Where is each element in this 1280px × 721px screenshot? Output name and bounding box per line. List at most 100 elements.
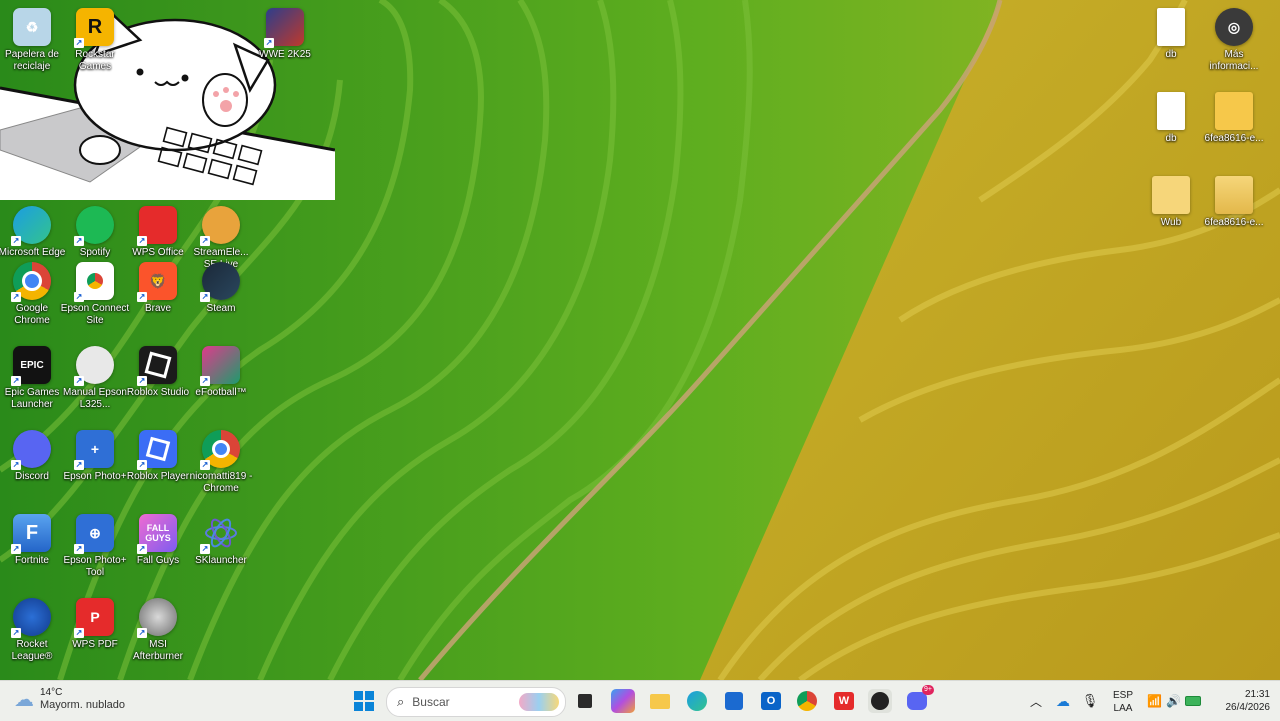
- cloud-sun-icon: ☁: [14, 689, 34, 711]
- icon-label: MSI Afterburner: [132, 639, 184, 662]
- epson-photo-tool-icon: ⊕ ↗: [74, 514, 114, 554]
- wps-pdf-shortcut[interactable]: P ↗ WPS PDF: [63, 592, 127, 674]
- wps-icon: W: [834, 692, 854, 710]
- rockstar-games-shortcut[interactable]: R ↗ Rockstar Games: [63, 2, 127, 84]
- edge-icon: ↗: [11, 206, 51, 246]
- rocket-league-icon: ↗: [11, 598, 51, 638]
- epic-glyph-text: EPIC: [20, 359, 44, 371]
- icon-label: Discord: [15, 471, 49, 482]
- icon-label: WPS PDF: [72, 639, 118, 650]
- microphone-tray-button[interactable]: 🎙: [1080, 689, 1100, 713]
- chrome-taskbar-button[interactable]: [795, 689, 819, 713]
- manual-epson-shortcut[interactable]: ↗ Manual Epson L325...: [63, 340, 127, 422]
- icon-label: Epic Games Launcher: [4, 387, 60, 410]
- roblox-player-shortcut[interactable]: ↗ Roblox Player: [126, 424, 190, 506]
- icon-label: Papelera de reciclaje: [5, 49, 59, 72]
- outlook-button[interactable]: O: [759, 689, 783, 713]
- microsoft-store-button[interactable]: [722, 689, 746, 713]
- weather-temperature: 14°C: [40, 687, 63, 698]
- efootball-shortcut[interactable]: ↗ eFootball™: [189, 340, 253, 422]
- icon-label: db: [1165, 133, 1177, 144]
- edge-taskbar-button[interactable]: [685, 689, 709, 713]
- windows-logo-icon: [354, 691, 374, 711]
- db-file-2[interactable]: db: [1139, 86, 1203, 168]
- fall-guys-shortcut[interactable]: FALL GUYS ↗ Fall Guys: [126, 508, 190, 590]
- fall-guys-glyph-text: FALL GUYS: [145, 523, 171, 543]
- show-hidden-icons-button[interactable]: ︿: [1026, 689, 1046, 713]
- epson-photo-icon: + ↗: [74, 430, 114, 470]
- wwe-2k25-shortcut[interactable]: ↗ WWE 2K25: [253, 2, 317, 84]
- microphone-icon: 🎙: [1081, 693, 1099, 708]
- google-chrome-shortcut[interactable]: ↗ Google Chrome: [0, 256, 64, 338]
- wps-taskbar-button[interactable]: W: [832, 689, 856, 713]
- epson-connect-site-shortcut[interactable]: ↗ Epson Connect Site: [61, 256, 129, 338]
- fortnite-shortcut[interactable]: F ↗ Fortnite: [0, 508, 64, 590]
- icon-label: Epson Photo+: [63, 471, 127, 482]
- search-input[interactable]: [410, 694, 515, 710]
- roblox-player-icon: ↗: [137, 430, 177, 470]
- icon-label: Fortnite: [15, 555, 49, 566]
- weather-widget[interactable]: ☁ 14°C Mayorm. nublado: [14, 687, 125, 712]
- blank-file-icon: [1157, 8, 1185, 46]
- rocket-league-shortcut[interactable]: ↗ Rocket League®: [0, 592, 64, 674]
- volume-icon: 🔊: [1166, 694, 1181, 708]
- icon-label: Google Chrome: [14, 303, 50, 326]
- onedrive-tray-button[interactable]: ☁: [1053, 689, 1073, 713]
- folder-icon: [1215, 92, 1253, 130]
- brave-shortcut[interactable]: 🦁 ↗ Brave: [126, 256, 190, 338]
- icon-label: Más informaci...: [1209, 49, 1259, 72]
- chrome-profile-shortcut[interactable]: ↗ nicomatti819 - Chrome: [189, 424, 253, 506]
- fall-guys-icon: FALL GUYS ↗: [137, 514, 177, 554]
- msi-afterburner-shortcut[interactable]: ↗ MSI Afterburner: [126, 592, 190, 674]
- icon-label: eFootball™: [195, 387, 247, 398]
- db-file-1[interactable]: db: [1139, 2, 1203, 84]
- icon-label: Roblox Player: [126, 471, 190, 482]
- icon-label: WWE 2K25: [259, 49, 311, 60]
- copilot-button[interactable]: [611, 689, 635, 713]
- wub-folder[interactable]: Wub: [1139, 170, 1203, 252]
- epic-games-shortcut[interactable]: EPIC ↗ Epic Games Launcher: [0, 340, 64, 422]
- steam-shortcut[interactable]: ↗ Steam: [189, 256, 253, 338]
- search-icon: ⌕: [397, 694, 405, 709]
- zip-6fea8616[interactable]: 6fea8616-e...: [1202, 170, 1266, 252]
- brave-lion-icon: 🦁 ↗: [137, 262, 177, 302]
- mas-informacion-shortcut[interactable]: ◎ Más informaci...: [1202, 2, 1266, 84]
- discord-shortcut[interactable]: ↗ Discord: [0, 424, 64, 506]
- chrome-icon: ↗: [11, 262, 51, 302]
- streamelements-icon: ↗: [200, 206, 240, 246]
- folder-icon: [1152, 176, 1190, 214]
- bongo-cat-taskbar-button[interactable]: [868, 689, 892, 713]
- outlook-icon: O: [761, 692, 781, 710]
- chevron-up-icon: ︿: [1029, 694, 1042, 709]
- icon-label: Brave: [144, 303, 172, 314]
- epson-photo-shortcut[interactable]: + ↗ Epson Photo+: [63, 424, 127, 506]
- icon-label: Manual Epson L325...: [63, 387, 127, 410]
- rockstar-glyph-text: R: [87, 15, 103, 38]
- search-highlight-icon: [519, 693, 559, 711]
- sklauncher-shortcut[interactable]: ↗ SKlauncher: [189, 508, 253, 590]
- clock[interactable]: 21:31 26/4/2026: [1212, 688, 1271, 714]
- folder-icon: [650, 693, 670, 709]
- language-indicator[interactable]: ESP LAA: [1108, 689, 1138, 715]
- taskbar-search[interactable]: ⌕: [386, 687, 566, 717]
- battery-icon: [1184, 696, 1201, 706]
- desktop[interactable]: ♻ Papelera de reciclaje R ↗ Rockstar Game…: [0, 0, 1280, 680]
- recycle-bin-shortcut[interactable]: ♻ Papelera de reciclaje: [0, 2, 64, 84]
- spotify-icon: ↗: [74, 206, 114, 246]
- efootball-icon: ↗: [200, 346, 240, 386]
- epson-photo-tool-shortcut[interactable]: ⊕ ↗ Epson Photo+ Tool: [63, 508, 127, 590]
- folder-6fea8616[interactable]: 6fea8616-e...: [1202, 86, 1266, 168]
- icon-label: Steam: [206, 303, 236, 314]
- bongo-cat-icon: [871, 692, 889, 710]
- rockstar-icon: R ↗: [74, 8, 114, 48]
- task-view-button[interactable]: [573, 689, 597, 713]
- edge-icon: [687, 691, 707, 711]
- file-explorer-button[interactable]: [648, 689, 672, 713]
- cloud-icon: ☁: [1056, 692, 1070, 709]
- start-button[interactable]: [352, 689, 376, 713]
- roblox-studio-shortcut[interactable]: ↗ Roblox Studio: [126, 340, 190, 422]
- taskbar: ☁ 14°C Mayorm. nublado ⌕ O W: [0, 680, 1280, 721]
- discord-taskbar-button[interactable]: 9+: [905, 685, 934, 713]
- quick-settings-button[interactable]: 📶 🔊: [1144, 689, 1204, 713]
- icon-label: db: [1165, 49, 1177, 60]
